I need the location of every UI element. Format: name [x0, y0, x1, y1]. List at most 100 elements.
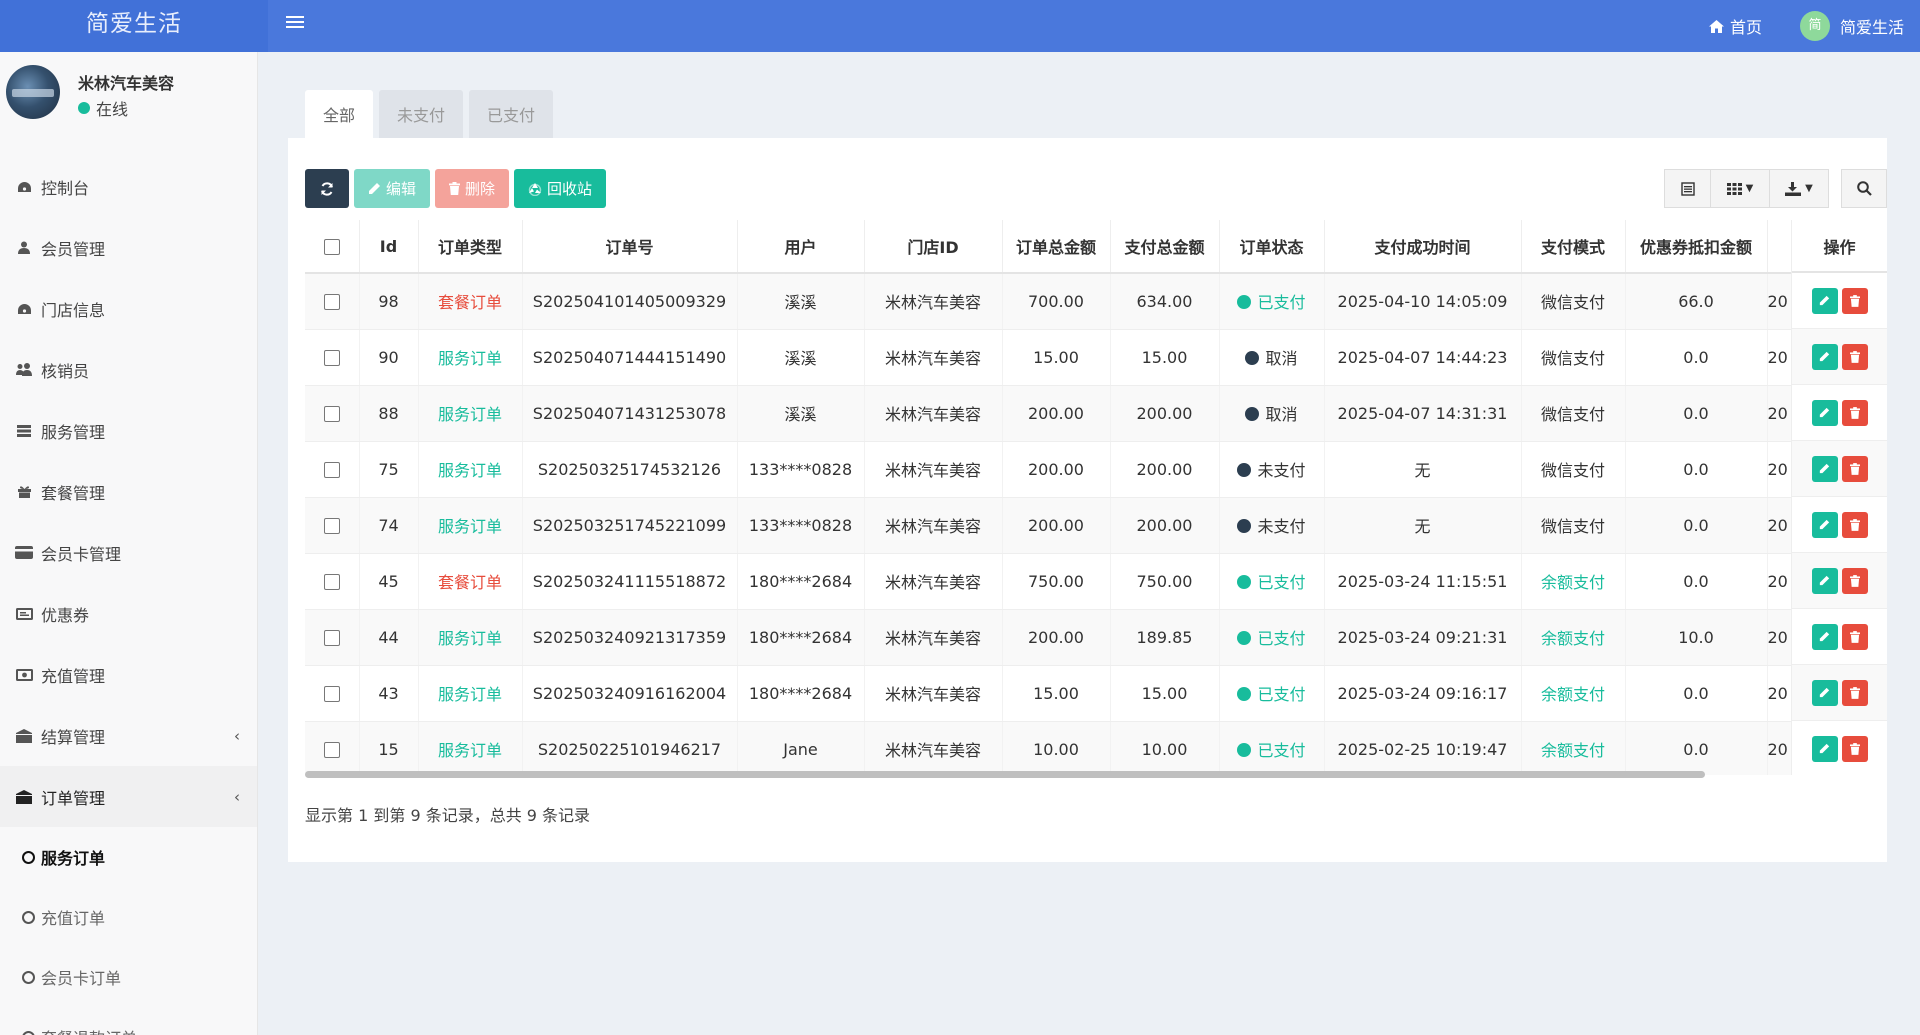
circle-icon	[22, 970, 35, 984]
row-edit-button[interactable]	[1811, 735, 1838, 762]
sidebar-item-coupons[interactable]: 优惠券	[0, 583, 257, 644]
coupon-amount-cell: 0.0	[1625, 553, 1768, 610]
column-header[interactable]: 支付模式	[1521, 220, 1626, 274]
recycle-bin-button[interactable]: 回收站	[514, 169, 607, 208]
sidebar-item-store[interactable]: 门店信息	[0, 278, 257, 339]
total-amount-cell: 15.00	[1002, 329, 1111, 386]
sidebar-item-members[interactable]: 会员管理	[0, 217, 257, 278]
table-row[interactable]: 75 服务订单 S20250325174532126 133****0828 米林汽车美…	[305, 441, 1887, 498]
row-checkbox[interactable]	[323, 518, 340, 534]
sidebar-subitem-recharge-orders[interactable]: 充值订单	[0, 887, 257, 947]
sidebar-subitem-card-orders[interactable]: 会员卡订单	[0, 947, 257, 1007]
sidebar-item-verifiers[interactable]: 核销员	[0, 339, 257, 400]
row-checkbox[interactable]	[323, 406, 340, 422]
column-header[interactable]: 订单类型	[418, 220, 523, 274]
row-select-cell	[305, 665, 360, 722]
sidebar-item-member-cards[interactable]: 会员卡管理	[0, 522, 257, 583]
row-edit-button[interactable]	[1811, 455, 1838, 482]
sidebar-item-packages[interactable]: 套餐管理	[0, 461, 257, 522]
row-delete-button[interactable]	[1841, 343, 1868, 370]
table-row[interactable]: 74 服务订单 S202503251745221099 133****0828 米林汽车…	[305, 497, 1887, 554]
column-header[interactable]: 订单总金额	[1002, 220, 1111, 274]
status-dot-icon	[1237, 687, 1252, 701]
tab-paid[interactable]: 已支付	[469, 90, 554, 138]
select-all-checkbox[interactable]	[323, 239, 340, 255]
table-row[interactable]: 90 服务订单 S202504071444151490 溪溪 米林汽车美容 15.00 15…	[305, 329, 1887, 386]
order-type-cell: 服务订单	[418, 329, 523, 386]
paid-time-cell: 2025-04-10 14:05:09	[1324, 273, 1522, 330]
table-row[interactable]: 45 套餐订单 S202503241115518872 180****2684 米林汽车…	[305, 553, 1887, 610]
row-delete-button[interactable]	[1841, 679, 1868, 706]
sidebar-item-services[interactable]: 服务管理	[0, 400, 257, 461]
table-row[interactable]: 88 服务订单 S202504071431253078 溪溪 米林汽车美容 200.00 2…	[305, 385, 1887, 442]
row-edit-button[interactable]	[1811, 623, 1838, 650]
sidebar-item-orders[interactable]: 订单管理 ‹	[0, 766, 257, 827]
row-edit-button[interactable]	[1811, 287, 1838, 314]
row-delete-button[interactable]	[1841, 399, 1868, 426]
paid-amount-cell: 189.85	[1110, 609, 1220, 666]
home-link[interactable]: 首页	[1708, 14, 1762, 38]
pay-mode-cell: 余额支付	[1521, 609, 1626, 666]
delete-button[interactable]: 删除	[435, 169, 510, 208]
trash-icon	[1849, 686, 1860, 699]
edit-button[interactable]: 编辑	[354, 169, 431, 208]
row-actions	[1792, 329, 1887, 385]
row-delete-button[interactable]	[1841, 567, 1868, 594]
columns-dropdown-button[interactable]: ▼	[1710, 169, 1770, 208]
column-header[interactable]: 门店ID	[864, 220, 1003, 274]
column-header[interactable]: 用户	[737, 220, 865, 274]
horizontal-scrollbar[interactable]	[305, 769, 1887, 781]
table-row[interactable]: 44 服务订单 S202503240921317359 180****2684 米林汽车…	[305, 609, 1887, 666]
row-checkbox[interactable]	[323, 574, 340, 590]
circle-icon	[22, 910, 35, 924]
user-menu[interactable]: 简 简爱生活	[1799, 11, 1904, 41]
row-delete-button[interactable]	[1841, 455, 1868, 482]
status-label: 在线	[96, 100, 129, 119]
sidebar-subitem-refund-orders[interactable]: 套餐退款订单	[0, 1007, 257, 1035]
sidebar-item-recharge[interactable]: 充值管理	[0, 644, 257, 705]
toggle-view-button[interactable]	[1664, 169, 1711, 208]
row-edit-button[interactable]	[1811, 679, 1838, 706]
column-header[interactable]: Id	[359, 220, 419, 274]
header-user-name: 简爱生活	[1839, 18, 1904, 37]
app-logo[interactable]: 简爱生活	[0, 0, 268, 52]
table-row[interactable]: 43 服务订单 S202503240916162004 180****2684 米林汽车…	[305, 665, 1887, 722]
row-delete-button[interactable]	[1841, 623, 1868, 650]
row-checkbox[interactable]	[323, 294, 340, 311]
column-header[interactable]: 订单号	[522, 220, 738, 274]
row-delete-button[interactable]	[1841, 735, 1868, 762]
row-edit-button[interactable]	[1811, 511, 1838, 538]
row-checkbox[interactable]	[323, 742, 340, 758]
refresh-button[interactable]	[305, 169, 349, 208]
tab-all[interactable]: 全部	[305, 90, 374, 138]
row-checkbox[interactable]	[323, 686, 340, 702]
row-checkbox[interactable]	[323, 462, 340, 478]
search-button[interactable]	[1841, 169, 1887, 208]
row-edit-button[interactable]	[1811, 343, 1838, 370]
user-cell: 溪溪	[737, 273, 865, 330]
paid-time-cell: 无	[1324, 497, 1522, 554]
table-row[interactable]: 98 套餐订单 S202504101405009329 溪溪 米林汽车美容 700.00 6…	[305, 273, 1887, 330]
paid-amount-cell: 200.00	[1110, 497, 1220, 554]
row-actions	[1792, 553, 1887, 609]
row-delete-button[interactable]	[1841, 511, 1868, 538]
row-checkbox[interactable]	[323, 350, 340, 366]
row-edit-button[interactable]	[1811, 567, 1838, 594]
table-row[interactable]: 15 服务订单 S20250225101946217 Jane 米林汽车美容 10.00 1…	[305, 721, 1887, 775]
menu-toggle-icon[interactable]	[286, 14, 304, 32]
dashboard-icon	[15, 180, 33, 194]
column-header[interactable]: 订单状态	[1219, 220, 1325, 274]
row-delete-button[interactable]	[1841, 287, 1868, 314]
row-edit-button[interactable]	[1811, 399, 1838, 426]
sidebar-item-settlement[interactable]: 结算管理 ‹	[0, 705, 257, 766]
tab-unpaid[interactable]: 未支付	[379, 90, 464, 138]
export-dropdown-button[interactable]: ▼	[1769, 169, 1829, 208]
sidebar-item-dashboard[interactable]: 控制台	[0, 156, 257, 217]
row-checkbox[interactable]	[323, 630, 340, 646]
pay-mode-cell: 微信支付	[1521, 497, 1626, 554]
sidebar-subitem-service-orders[interactable]: 服务订单	[0, 827, 257, 887]
scrollbar-thumb[interactable]	[305, 771, 1705, 778]
column-header[interactable]: 优惠券抵扣金额	[1625, 220, 1768, 274]
column-header[interactable]: 支付总金额	[1110, 220, 1220, 274]
column-header[interactable]: 支付成功时间	[1324, 220, 1522, 274]
